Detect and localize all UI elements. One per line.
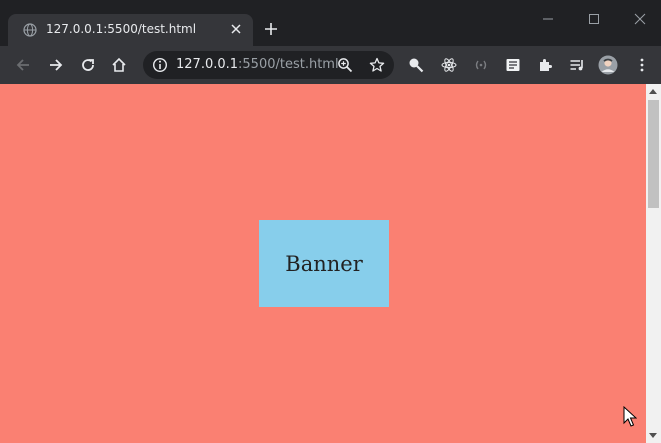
globe-icon xyxy=(23,23,37,37)
zoom-icon[interactable] xyxy=(337,57,353,73)
page-viewport: Banner xyxy=(0,84,646,443)
extensions-puzzle-icon[interactable] xyxy=(537,57,553,73)
browser-toolbar: 127.0.0.1:5500/test.html xyxy=(0,46,661,84)
minimize-icon[interactable] xyxy=(534,8,562,30)
mouse-cursor-icon xyxy=(623,406,637,427)
vertical-scrollbar[interactable] xyxy=(646,84,661,443)
site-info-icon[interactable] xyxy=(152,57,168,73)
close-tab-icon[interactable] xyxy=(230,23,242,35)
address-bar[interactable]: 127.0.0.1:5500/test.html xyxy=(143,51,394,79)
more-menu-icon[interactable] xyxy=(634,57,650,73)
close-window-icon[interactable] xyxy=(626,8,654,30)
react-devtools-icon[interactable] xyxy=(441,57,457,73)
notes-extension-icon[interactable] xyxy=(505,57,521,73)
redux-devtools-icon[interactable] xyxy=(473,57,489,73)
new-tab-icon[interactable] xyxy=(263,21,279,37)
reading-list-icon[interactable] xyxy=(569,57,585,73)
tab-title: 127.0.0.1:5500/test.html xyxy=(46,22,197,36)
scroll-up-arrow-icon[interactable] xyxy=(649,89,657,94)
maximize-icon[interactable] xyxy=(580,8,608,30)
magnifier-extension-icon[interactable] xyxy=(408,57,424,73)
forward-arrow-icon[interactable] xyxy=(48,57,64,73)
banner-text: Banner xyxy=(285,251,363,276)
home-icon[interactable] xyxy=(111,57,127,73)
banner: Banner xyxy=(259,220,389,307)
scroll-down-arrow-icon[interactable] xyxy=(649,433,657,438)
tab-strip: 127.0.0.1:5500/test.html xyxy=(0,0,661,46)
profile-avatar-icon[interactable] xyxy=(598,55,618,75)
bookmark-star-icon[interactable] xyxy=(369,57,385,73)
reload-icon[interactable] xyxy=(80,57,96,73)
browser-tab[interactable]: 127.0.0.1:5500/test.html xyxy=(8,14,253,46)
scrollbar-thumb[interactable] xyxy=(648,100,659,208)
url-text: 127.0.0.1:5500/test.html xyxy=(176,57,339,72)
back-arrow-icon[interactable] xyxy=(15,57,31,73)
